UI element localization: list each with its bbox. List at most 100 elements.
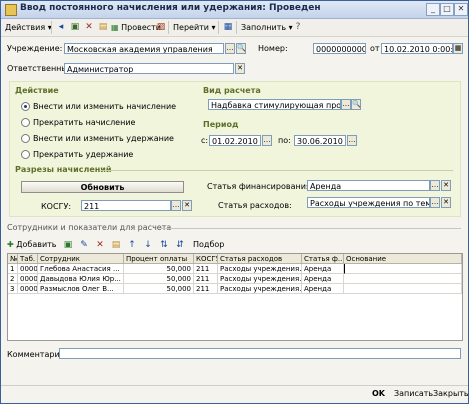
fill-menu[interactable]: Заполнить ▾ [241, 21, 293, 34]
table-cell: 50,000 [124, 284, 194, 294]
comment-field[interactable] [59, 348, 461, 359]
responsible-clear-button[interactable]: ✕ [235, 63, 245, 74]
minimize-button[interactable]: _ [426, 3, 440, 16]
period-from-label: с: [201, 136, 209, 145]
institution-label: Учреждение: [7, 44, 63, 53]
maximize-button[interactable]: □ [440, 3, 454, 16]
radio-label-stop-accrual: Прекратить начисление [33, 118, 136, 127]
finance-clear-button[interactable]: ✕ [441, 180, 451, 191]
calc-type-open-button[interactable]: 🔍 [351, 99, 361, 110]
save-button[interactable]: Записать [394, 389, 433, 398]
copy-row-icon[interactable]: ▣ [63, 240, 73, 250]
move-down-icon[interactable]: ↓ [143, 240, 153, 250]
sort-asc-icon[interactable]: ⇅ [159, 240, 169, 250]
table-cell: 0000... [18, 264, 38, 274]
institution-select-button[interactable]: … [225, 43, 235, 54]
save-icon[interactable]: ▤ [98, 22, 108, 32]
back-icon[interactable]: ◂ [56, 22, 66, 32]
radio-add-accrual[interactable] [21, 102, 30, 111]
help-icon[interactable]: ? [293, 22, 303, 32]
column-header[interactable]: Сотрудник [38, 254, 124, 264]
finance-select-button[interactable]: … [430, 180, 440, 191]
goto-menu[interactable]: Перейти ▾ [173, 21, 216, 34]
responsible-field[interactable]: Администратор [64, 63, 234, 74]
sort-desc-icon[interactable]: ⇵ [175, 240, 185, 250]
close-button[interactable]: Закрыть [433, 389, 469, 398]
structure-icon[interactable]: ▦ [223, 22, 233, 32]
expense-clear-button[interactable]: ✕ [441, 197, 451, 208]
radio-stop-accrual[interactable] [21, 118, 30, 127]
radio-stop-deduction[interactable] [21, 150, 30, 159]
close-window-button[interactable]: ✕ [454, 3, 468, 16]
document-icon [5, 4, 17, 16]
footer-bar: OK Записать Закрыть [1, 385, 469, 404]
title-bar: Ввод постоянного начисления или удержани… [1, 1, 468, 19]
table-cell: 3 [8, 284, 18, 294]
expense-field[interactable]: Расходы учреждения по тем [307, 197, 430, 208]
delete-icon[interactable]: ✕ [84, 22, 94, 32]
column-header[interactable]: Процент оплаты [124, 254, 194, 264]
sections-title: Разрезы начислений [15, 165, 112, 174]
radio-add-deduction[interactable] [21, 134, 30, 143]
table-cell: Размыслов Олег В... [38, 284, 124, 294]
column-header[interactable]: Статья расходов [218, 254, 302, 264]
number-field[interactable]: 00000000003 [313, 43, 366, 54]
period-from-select-button[interactable]: … [262, 135, 272, 146]
kosgu-label: КОСГУ: [41, 202, 72, 211]
table-cell: 0000... [18, 284, 38, 294]
table-cell: Расходы учреждения... [218, 284, 302, 294]
column-header[interactable]: Таб. ... [18, 254, 38, 264]
table-cell: Аренда [302, 264, 344, 274]
table-cell-editing[interactable] [344, 264, 462, 274]
actions-menu[interactable]: Действия ▾ [5, 21, 52, 34]
period-from-field[interactable]: 01.02.2010 [209, 135, 261, 146]
table-cell: Давыдова Юлия Юр... [38, 274, 124, 284]
kosgu-field[interactable]: 211 [81, 200, 171, 211]
kosgu-clear-button[interactable]: ✕ [182, 200, 192, 211]
table-cell: 211 [194, 284, 218, 294]
toolbar-separator [218, 21, 219, 34]
institution-field[interactable]: Московская академия управления [64, 43, 224, 54]
table-cell: 211 [194, 264, 218, 274]
table-cell: 50,000 [124, 274, 194, 284]
copy-icon[interactable]: ▣ [70, 22, 80, 32]
column-header[interactable]: № [8, 254, 18, 264]
employees-table: № Таб. ... Сотрудник Процент оплаты КОСГ… [7, 253, 463, 341]
goto-label: Перейти [173, 23, 209, 32]
column-header[interactable]: Статья ф... [302, 254, 344, 264]
calc-type-field[interactable]: Надбавка стимулирующая процентом [208, 99, 341, 110]
table-cell: 2 [8, 274, 18, 284]
kosgu-select-button[interactable]: … [171, 200, 181, 211]
toolbar-separator [236, 21, 237, 34]
calc-type-select-button[interactable]: … [341, 99, 351, 110]
column-header[interactable]: Основание [344, 254, 462, 264]
number-label: Номер: [258, 44, 288, 53]
finance-field[interactable]: Аренда [307, 180, 430, 191]
expense-select-button[interactable]: … [430, 197, 440, 208]
unpost-icon[interactable]: ▨ [156, 22, 166, 32]
move-up-icon[interactable]: ↑ [127, 240, 137, 250]
end-edit-icon[interactable]: ▤ [111, 240, 121, 250]
calendar-icon[interactable]: ▦ [453, 43, 463, 54]
toolbar: Действия ▾ ◂ ▣ ✕ ▤ ▦ Провести ▨ Перейти … [1, 19, 468, 37]
pick-button[interactable]: Подбор [193, 238, 224, 251]
post-button[interactable]: ▦ Провести [111, 21, 161, 34]
delete-row-icon[interactable]: ✕ [95, 240, 105, 250]
institution-open-button[interactable]: 🔍 [236, 43, 246, 54]
add-row-button[interactable]: ✚ Добавить [7, 238, 57, 251]
action-section-title: Действие [15, 86, 59, 95]
finance-label: Статья финансирования: [207, 182, 314, 191]
actions-label: Действия [5, 23, 46, 32]
radio-label-stop-deduction: Прекратить удержание [33, 150, 134, 159]
date-field[interactable]: 10.02.2010 0:00:00 [381, 43, 453, 54]
table-cell: Расходы учреждения... [218, 274, 302, 284]
period-to-select-button[interactable]: … [347, 135, 357, 146]
ok-button[interactable]: OK [372, 389, 385, 398]
table-cell: Аренда [302, 274, 344, 284]
edit-row-icon[interactable]: ✎ [79, 240, 89, 250]
table-cell: 0000... [18, 274, 38, 284]
update-button[interactable]: Обновить [21, 181, 184, 193]
table-cell: 211 [194, 274, 218, 284]
period-to-field[interactable]: 30.06.2010 [294, 135, 346, 146]
column-header[interactable]: КОСГУ [194, 254, 218, 264]
